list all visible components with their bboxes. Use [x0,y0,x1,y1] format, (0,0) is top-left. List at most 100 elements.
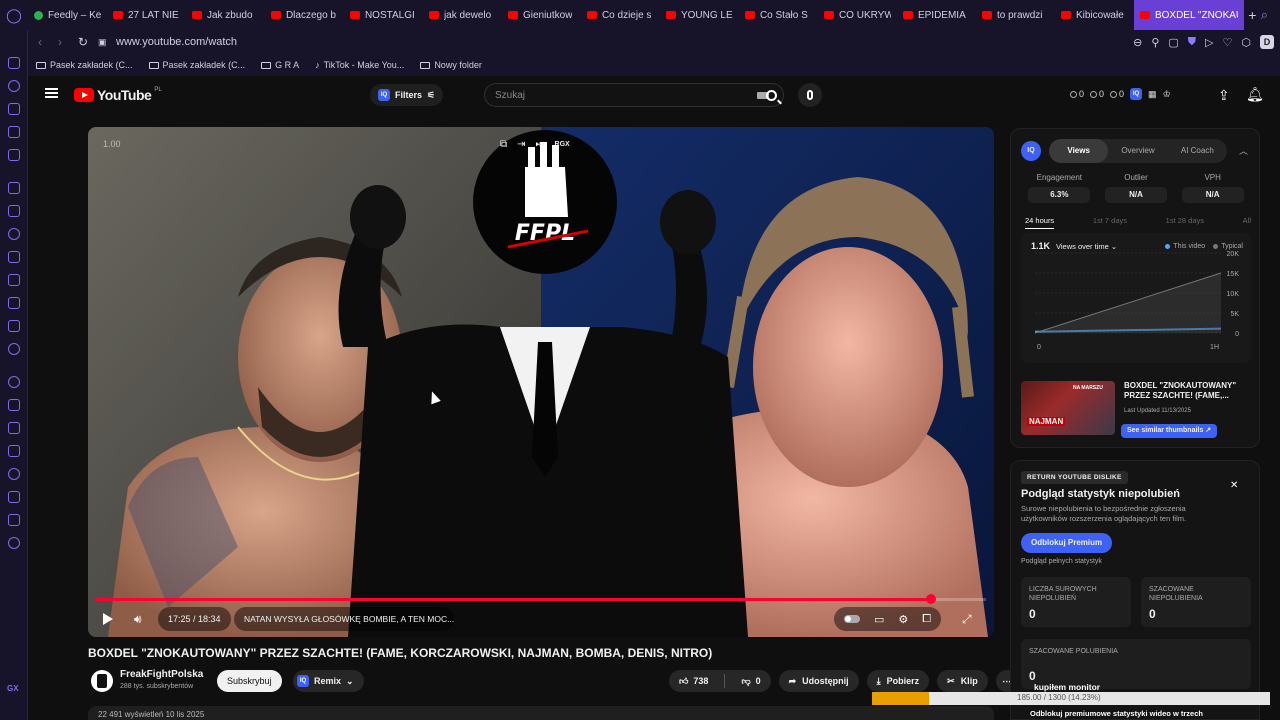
similar-thumbnails-button[interactable]: See similar thumbnails ↗ [1121,424,1218,438]
fullscreen-icon[interactable]: ⤢ [962,612,972,627]
bookmark-item[interactable]: G R A [261,60,299,70]
browser-tab[interactable]: NOSTALGI [344,0,423,30]
opera-gx-logo-icon[interactable]: ◯ [0,0,28,30]
subtitles-icon[interactable]: ▭ [874,613,884,626]
sidebar-wallet-icon[interactable] [8,445,20,457]
sidebar-history-icon[interactable] [8,80,20,92]
forward-icon[interactable]: › [58,35,78,49]
send-icon[interactable]: ▷ [1205,36,1213,49]
snapshot-icon[interactable]: ▢ [1168,36,1178,49]
time-range-tab[interactable]: All [1243,216,1251,229]
sidebar-x-icon[interactable] [8,297,20,309]
browser-tab[interactable]: Dlaczego b [265,0,344,30]
new-tab-button[interactable]: + [1244,7,1261,23]
profile-avatar[interactable]: D [1260,35,1274,49]
unlock-premium-button[interactable]: Odblokuj Premium [1021,533,1113,553]
subscribe-button[interactable]: Subskrybuj [217,670,282,692]
sidebar-m-icon[interactable] [8,149,20,161]
bookmark-item[interactable]: ♪ TikTok - Make You... [315,60,404,70]
reload-icon[interactable]: ↻ [78,35,98,49]
extensions-icon[interactable]: ⬡ [1241,36,1251,49]
time-range-tab[interactable]: 1st 7 days [1093,216,1127,229]
close-icon[interactable]: ✕ [1230,480,1238,491]
volume-icon[interactable]: 🔊︎ [134,612,142,627]
time-range-tab[interactable]: 24 hours [1025,216,1055,229]
progress-bar[interactable] [96,594,986,604]
tab-search-icon[interactable]: ⌕ [1261,7,1268,23]
collapse-chevron-icon[interactable]: ︿ [1239,144,1248,157]
channel-avatar[interactable] [91,670,113,692]
browser-tab[interactable]: 27 LAT NIE [107,0,186,30]
iq-extension-icon[interactable]: IQ [1130,88,1143,100]
sidebar-flow-icon[interactable] [8,399,20,411]
upload-icon[interactable]: ⇪ [1218,87,1230,104]
rgx-label[interactable]: RGX [555,139,570,151]
sidebar-aria-icon[interactable] [8,182,20,194]
browser-tab[interactable]: to prawdzi [976,0,1055,30]
sidebar-news-icon[interactable] [8,57,20,69]
channel-name[interactable]: FreakFightPolska [120,669,203,680]
bookmark-item[interactable]: Nowy folder [420,60,482,70]
sidebar-extensions-icon[interactable] [8,514,20,526]
sidebar-instagram-icon[interactable] [8,274,20,286]
vpn-shield-icon[interactable]: ⛊ [1188,36,1196,49]
miniplayer-icon[interactable]: ⧉ [500,139,507,151]
video-thumbnail[interactable]: NA MARSZU NAJMAN [1021,381,1115,435]
bookmark-item[interactable]: Pasek zakładek (C... [36,60,133,70]
browser-tab[interactable]: EPIDEMIA [897,0,976,30]
settings-gear-icon[interactable]: ⚙ [898,613,908,626]
favorite-heart-icon[interactable]: ♡ [1223,36,1233,49]
play-icon[interactable] [103,613,113,625]
description-box[interactable]: 22 491 wyświetleń 10 lis 2025 [88,706,994,720]
search-button[interactable] [754,83,788,107]
sidebar-discord-icon[interactable] [8,320,20,332]
sidebar-news2-icon[interactable] [8,126,20,138]
sidebar-games-icon[interactable] [8,103,20,115]
progress-knob[interactable] [925,594,936,604]
iq-tab[interactable]: Views [1049,139,1109,163]
sidebar-music-icon[interactable] [8,376,20,388]
browser-tab[interactable]: BOXDEL "ZNOKAUT [1133,0,1244,30]
browser-tab[interactable]: YOUNG LE [660,0,739,30]
sidebar-heart-icon[interactable] [8,422,20,434]
browser-tab[interactable]: CO UKRYW [818,0,897,30]
iq-tab[interactable]: AI Coach [1168,139,1227,163]
voice-search-button[interactable] [798,83,822,107]
sidebar-telegram-icon[interactable] [8,251,20,263]
pin-icon[interactable]: ⚲ [1151,36,1159,49]
back-icon[interactable]: ‹ [38,35,58,49]
browser-tab[interactable]: Gieniutkow [502,0,581,30]
autoplay-toggle[interactable] [844,615,860,623]
sidebar-twitch-icon[interactable] [8,205,20,217]
views-dropdown[interactable]: Views over time [1056,242,1109,251]
zoom-icon[interactable]: ⊖ [1133,36,1142,49]
sidebar-download-icon[interactable] [8,491,20,503]
video-player[interactable]: FFPL 1.00 ⧉ ⇥ ⏭︎ RGX 🔊︎ 17:25 / 18:34 NA… [88,127,994,637]
dislike-button[interactable]: 👎︎ 0 [731,670,770,692]
search-input[interactable]: Szukaj [484,83,784,107]
grid-icon[interactable]: ▦ [1148,89,1157,100]
miniplayer-toggle-icon[interactable]: ⧠ [922,613,931,626]
youtube-logo[interactable]: YouTube PL [74,87,162,103]
sidebar-settings-icon[interactable] [8,537,20,549]
sidebar-ublock-icon[interactable] [8,343,20,355]
sidebar-clock-icon[interactable] [8,468,20,480]
browser-tab[interactable]: Feedly – Ke [28,0,107,30]
url-field[interactable]: www.youtube.com/watch [116,36,237,48]
remix-button[interactable]: IQ Remix ⌄ [293,670,364,692]
chapter-button[interactable]: NATAN WYSYŁA GŁOSÓWKĘ BOMBIE, A TEN MOC.… [234,607,454,631]
trophy-icon[interactable]: ♔ [1163,89,1171,100]
notifications-bell-icon[interactable]: 🔔︎ [1246,86,1264,103]
like-button[interactable]: 👍︎ 738 [669,670,718,692]
sidebar-messenger-icon[interactable] [8,228,20,240]
filters-button[interactable]: IQ Filters ⚟ [370,84,444,106]
browser-tab[interactable]: Kibicowałe [1055,0,1134,30]
browser-tab[interactable]: Co Stało S [739,0,818,30]
browser-tab[interactable]: Co dzieje s [581,0,660,30]
iq-tab[interactable]: Overview [1108,139,1167,163]
lock-icon[interactable]: ▣ [98,37,110,48]
bookmark-item[interactable]: Pasek zakładek (C... [148,60,245,70]
browser-tab[interactable]: Jak zbudo [186,0,265,30]
time-range-tab[interactable]: 1st 28 days [1166,216,1204,229]
theater-icon[interactable]: ⇥ [517,139,525,151]
